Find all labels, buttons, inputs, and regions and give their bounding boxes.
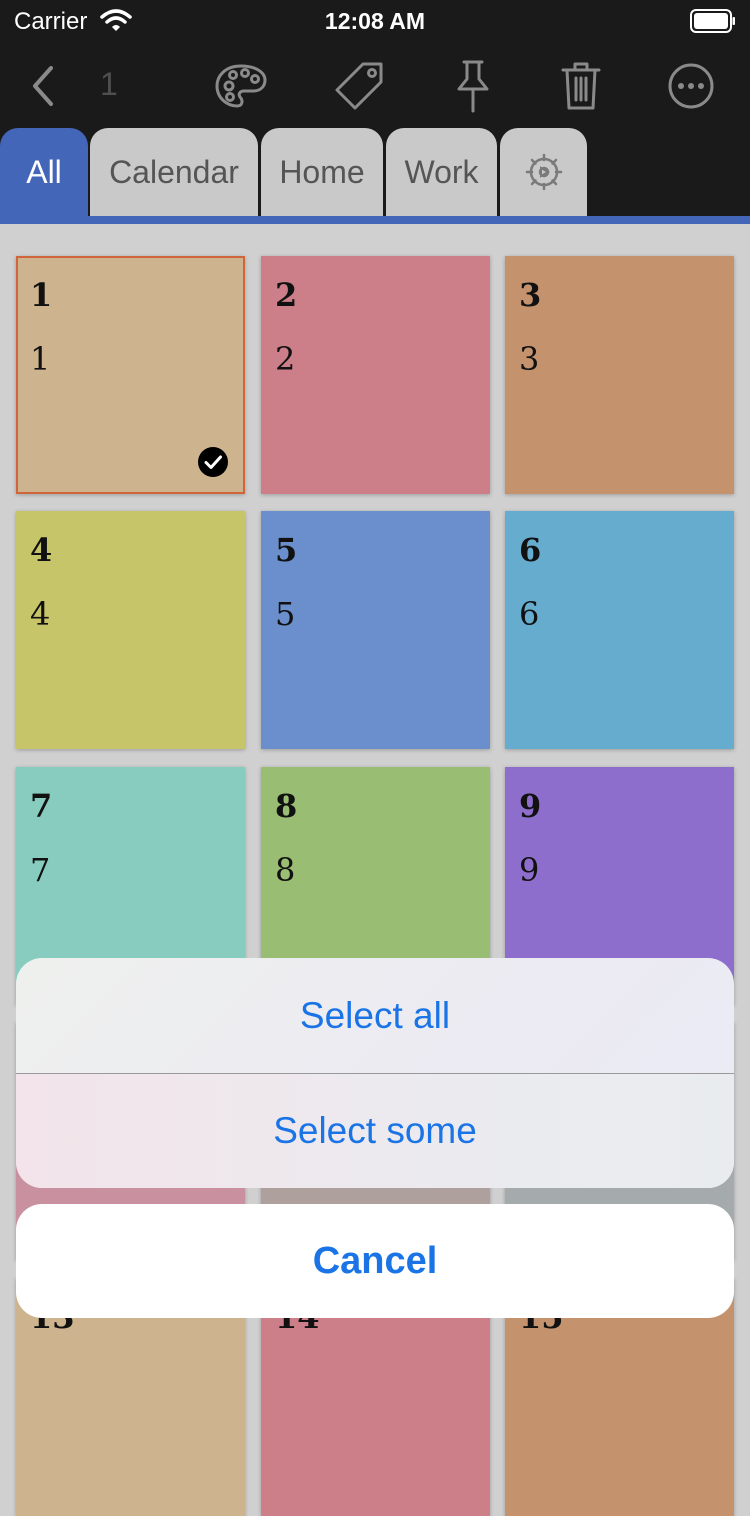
note-card[interactable]: 2 2 <box>261 256 490 494</box>
tab-label: Calendar <box>109 153 239 190</box>
tab-home[interactable]: Home <box>261 128 383 216</box>
note-body: 8 <box>275 851 296 889</box>
note-body: 7 <box>30 851 51 889</box>
tab-underline <box>0 216 750 224</box>
note-card[interactable]: 3 3 <box>505 256 734 494</box>
tag-icon[interactable] <box>329 58 389 114</box>
note-title: 3 <box>519 276 542 314</box>
note-card[interactable]: 5 5 <box>261 511 490 749</box>
selection-toolbar: 1 <box>0 44 750 128</box>
sheet-divider <box>16 1073 734 1074</box>
note-title: 4 <box>30 531 53 569</box>
note-body: 6 <box>519 595 540 633</box>
note-body: 3 <box>519 340 540 378</box>
more-icon[interactable] <box>661 58 721 114</box>
cancel-button[interactable]: Cancel <box>16 1204 734 1318</box>
pin-icon[interactable] <box>443 58 503 114</box>
battery-icon <box>690 9 736 38</box>
tab-label: All <box>26 153 62 190</box>
note-body: 1 <box>30 340 51 378</box>
note-body: 4 <box>30 595 51 633</box>
select-some-button[interactable]: Select some <box>16 1073 734 1188</box>
tab-bar: All Calendar Home Work <box>0 128 750 216</box>
checkmark-icon <box>198 447 228 477</box>
tab-calendar[interactable]: Calendar <box>90 128 258 216</box>
select-all-button[interactable]: Select all <box>16 958 734 1073</box>
back-chevron-icon[interactable] <box>14 58 74 114</box>
palette-icon[interactable] <box>211 58 271 114</box>
note-title: 1 <box>30 276 53 314</box>
note-card[interactable]: 4 4 <box>16 511 245 749</box>
selected-count: 1 <box>100 66 118 102</box>
tab-label: Work <box>404 153 479 190</box>
action-sheet: Select all Select some <box>16 958 734 1188</box>
note-body: 5 <box>275 595 296 633</box>
note-body: 9 <box>519 851 540 889</box>
tab-label: Home <box>279 153 365 190</box>
status-bar: Carrier 12:08 AM <box>0 0 750 44</box>
note-title: 6 <box>519 531 542 569</box>
tab-all[interactable]: All <box>0 128 88 216</box>
note-card[interactable]: 1 1 <box>16 256 245 494</box>
note-title: 2 <box>275 276 298 314</box>
clock: 12:08 AM <box>324 8 426 34</box>
note-title: 5 <box>275 531 298 569</box>
note-body: 2 <box>275 340 296 378</box>
note-title: 8 <box>275 787 298 825</box>
tab-settings[interactable] <box>500 128 587 216</box>
trash-icon[interactable] <box>551 58 611 114</box>
settings-icon <box>525 153 562 191</box>
tab-work[interactable]: Work <box>386 128 497 216</box>
note-card[interactable]: 6 6 <box>505 511 734 749</box>
note-title: 9 <box>519 787 542 825</box>
note-title: 7 <box>30 787 53 825</box>
